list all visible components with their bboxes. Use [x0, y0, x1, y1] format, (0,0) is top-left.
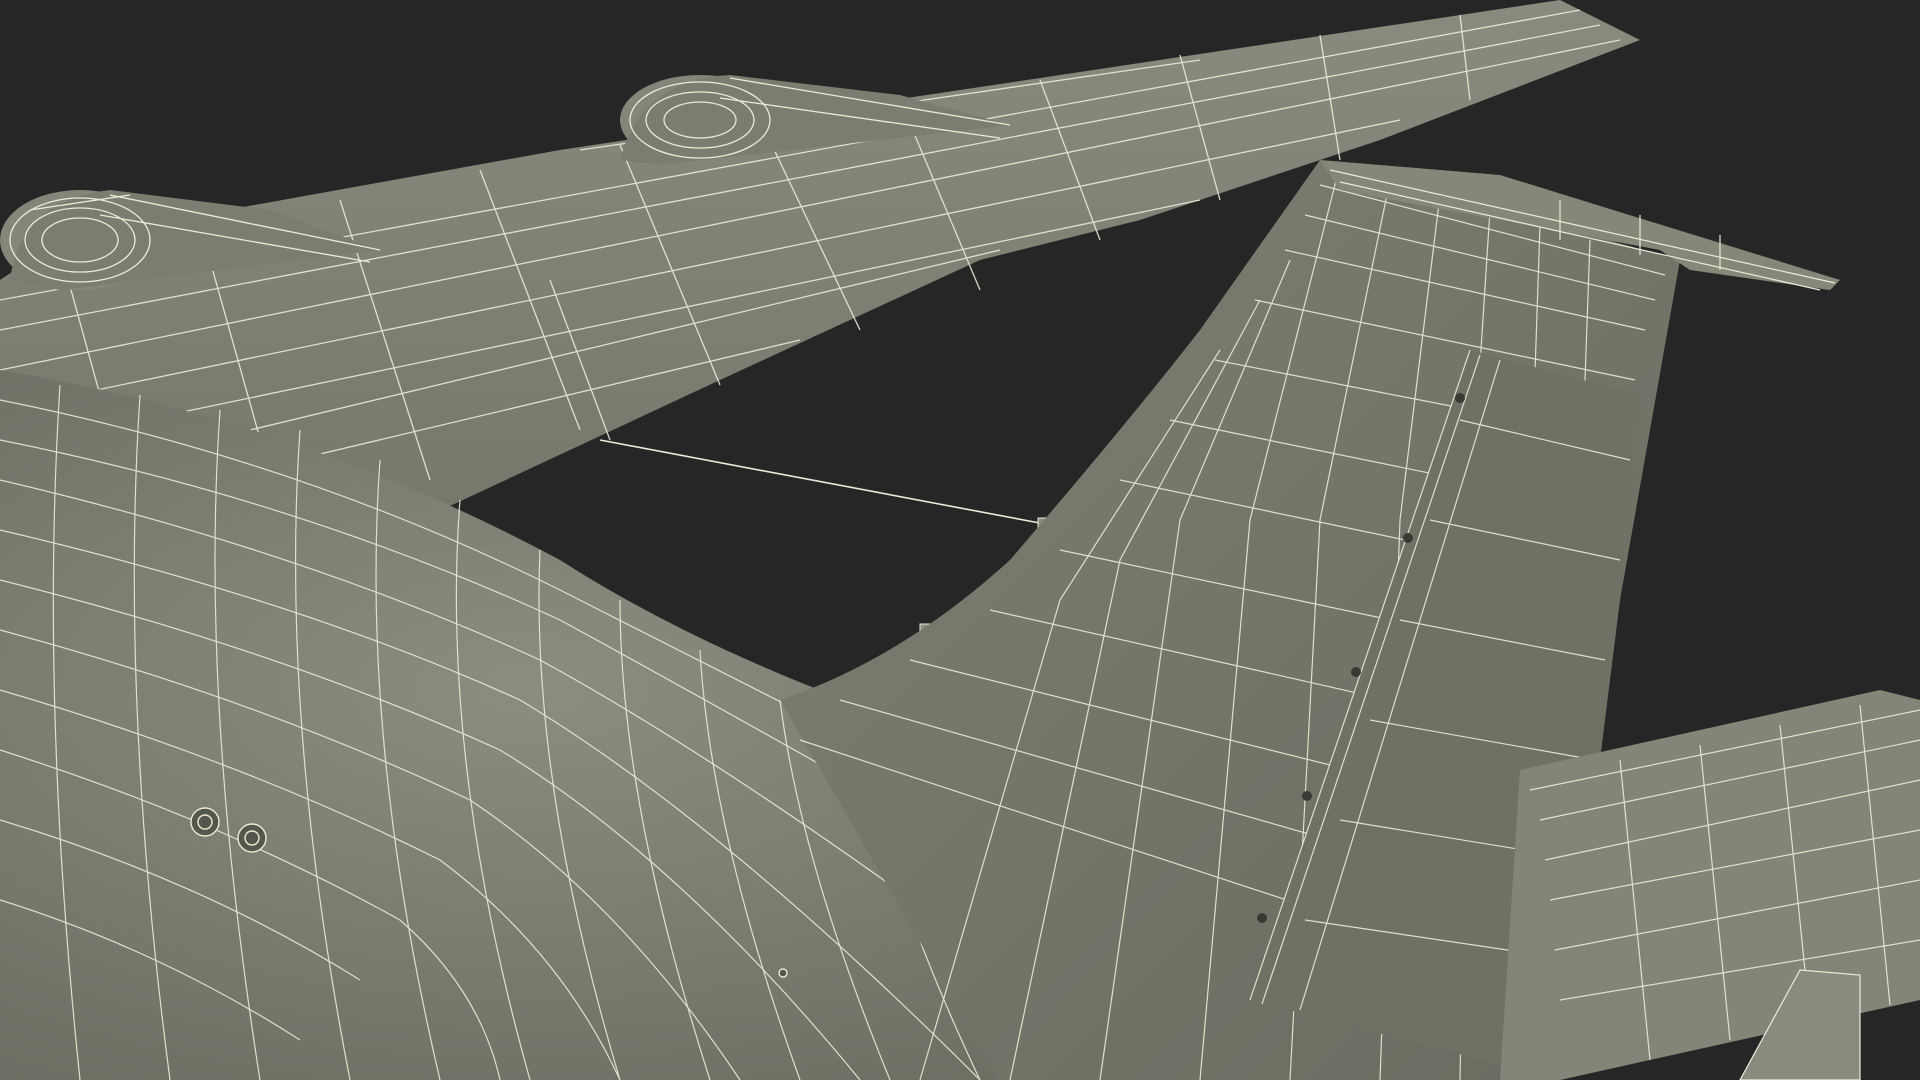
wireframe-aircraft-render: [0, 0, 1920, 1080]
